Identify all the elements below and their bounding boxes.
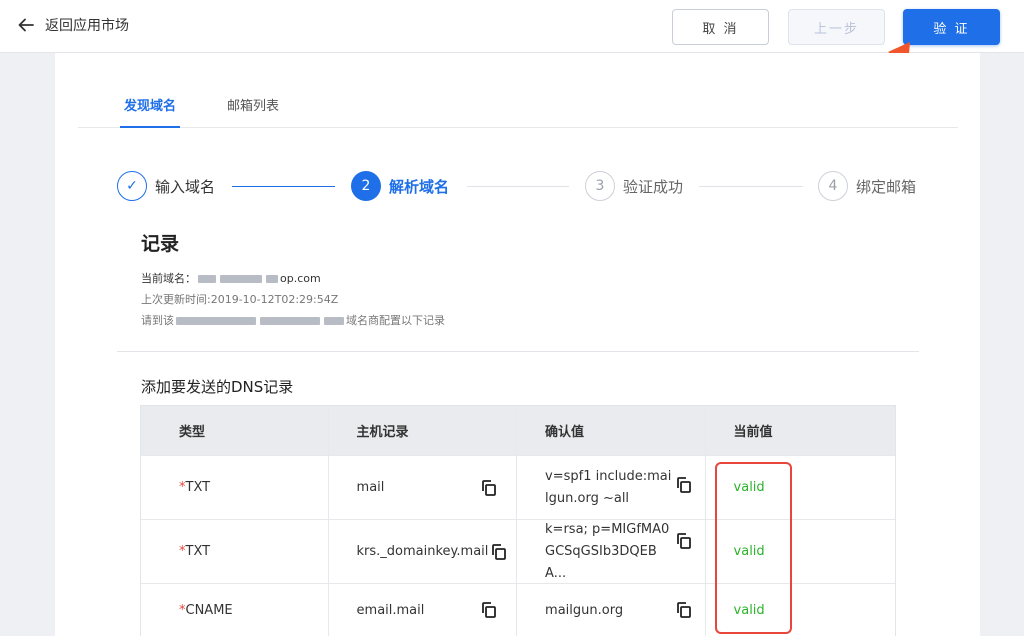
copy-icon[interactable] xyxy=(490,543,508,561)
value-text: v=spf1 include:mailgun.org ~all xyxy=(545,468,672,506)
tab-mailbox-list[interactable]: 邮箱列表 xyxy=(227,95,279,128)
step-label: 绑定邮箱 xyxy=(856,177,917,196)
step-connector xyxy=(232,186,335,187)
host-cell: krs._domainkey.mail xyxy=(329,520,518,583)
step-bind-mailbox: 4 绑定邮箱 xyxy=(818,171,916,201)
header-current: 当前值 xyxy=(733,425,773,440)
step-resolve-domain: 2 解析域名 xyxy=(351,171,449,201)
tab-discover-domain[interactable]: 发现域名 xyxy=(120,95,181,128)
instruction-suffix: 域名商配置以下记录 xyxy=(346,314,445,327)
instruction-text: 请到该 域名商配置以下记录 xyxy=(141,312,445,328)
cancel-button[interactable]: 取 消 xyxy=(672,9,769,45)
step-enter-domain: ✓ 输入域名 xyxy=(117,171,215,201)
redacted-text xyxy=(324,317,344,325)
instruction-prefix: 请到该 xyxy=(141,314,174,327)
host-text: mail xyxy=(356,480,385,495)
check-icon: ✓ xyxy=(117,171,147,201)
header-value: 确认值 xyxy=(517,406,706,455)
redacted-text xyxy=(198,275,216,283)
step-label: 验证成功 xyxy=(623,177,684,196)
arrow-left-icon xyxy=(18,18,34,32)
step-verify-success: 3 验证成功 xyxy=(585,171,683,201)
record-type: TXT xyxy=(185,480,211,495)
table-header: 类型 主机记录 确认值 当前值 xyxy=(141,406,895,456)
value-cell: v=spf1 include:mailgun.org ~all xyxy=(517,456,706,519)
copy-icon[interactable] xyxy=(675,532,693,550)
redacted-text xyxy=(176,317,256,325)
back-label: 返回应用市场 xyxy=(45,18,129,34)
type-cell: * TXT xyxy=(141,520,329,583)
host-cell: mail xyxy=(329,456,518,519)
copy-icon[interactable] xyxy=(675,601,693,619)
tab-bar: 发现域名 邮箱列表 xyxy=(78,93,958,128)
redacted-text xyxy=(266,275,278,283)
step-number: 2 xyxy=(351,171,381,201)
current-domain: 当前域名： op.com xyxy=(141,270,321,286)
step-label: 输入域名 xyxy=(155,177,216,196)
annotation-highlight-box xyxy=(715,462,792,634)
host-text: krs._domainkey.mail xyxy=(356,544,489,559)
value-cell: k=rsa; p=MIGfMA0GCSqGSIb3DQEBA... xyxy=(517,520,706,583)
type-cell: * CNAME xyxy=(141,584,329,636)
divider xyxy=(117,351,919,352)
step-number: 4 xyxy=(818,171,848,201)
host-text: email.mail xyxy=(356,602,425,618)
back-to-market-link[interactable]: 返回应用市场 xyxy=(17,15,129,35)
current-domain-prefix: 当前域名： xyxy=(141,272,196,285)
value-cell: mailgun.org xyxy=(517,584,706,636)
value-text: k=rsa; p=MIGfMA0GCSqGSIb3DQEBA... xyxy=(545,521,670,581)
record-type: TXT xyxy=(185,544,211,559)
stepper: ✓ 输入域名 2 解析域名 3 验证成功 4 绑定邮箱 xyxy=(117,171,937,205)
record-title: 记录 xyxy=(141,233,180,255)
host-cell: email.mail xyxy=(329,584,518,636)
step-connector xyxy=(467,186,569,187)
copy-icon[interactable] xyxy=(480,601,498,619)
copy-icon[interactable] xyxy=(675,476,693,494)
type-cell: * TXT xyxy=(141,456,329,519)
copy-icon[interactable] xyxy=(480,479,498,497)
record-type: CNAME xyxy=(185,602,233,618)
step-number: 3 xyxy=(585,171,615,201)
redacted-text xyxy=(260,317,320,325)
redacted-text xyxy=(220,275,262,283)
last-updated: 上次更新时间:2019-10-12T02:29:54Z xyxy=(141,293,339,306)
step-label: 解析域名 xyxy=(389,177,450,196)
main-card: 发现域名 邮箱列表 ✓ 输入域名 2 解析域名 3 验证成功 4 绑定邮箱 记录… xyxy=(55,53,980,636)
step-connector xyxy=(699,186,803,187)
header-host: 主机记录 xyxy=(329,406,518,455)
current-domain-suffix: op.com xyxy=(280,272,321,285)
verify-button[interactable]: 验 证 xyxy=(903,9,1000,45)
header-type: 类型 xyxy=(141,406,329,455)
dns-section-title: 添加要发送的DNS记录 xyxy=(141,378,294,396)
value-text: mailgun.org xyxy=(545,602,624,618)
